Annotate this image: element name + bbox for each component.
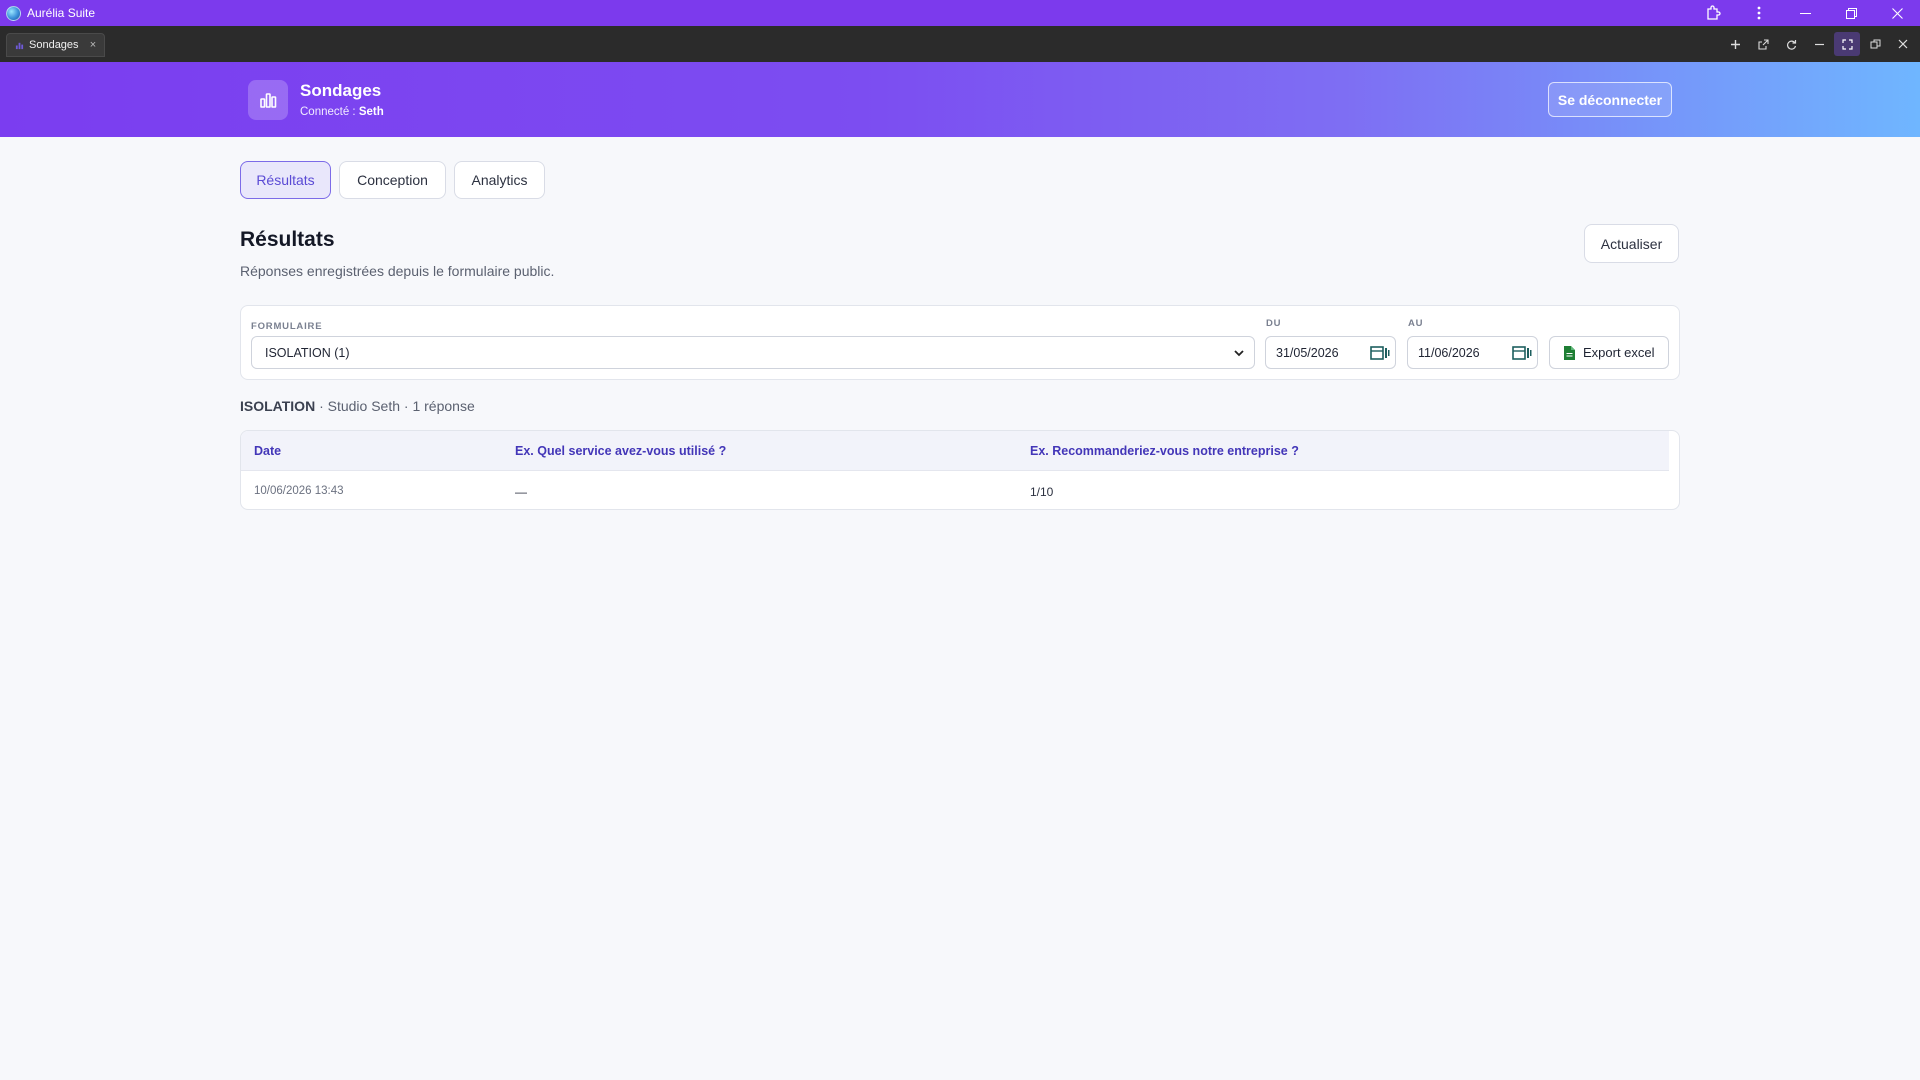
summary-form-name: ISOLATION — [240, 398, 316, 414]
form-label: FORMULAIRE — [251, 321, 323, 332]
chart-icon — [15, 42, 24, 49]
results-summary: ISOLATION · Studio Seth · 1 réponse — [240, 398, 475, 414]
date-from-label: DU — [1266, 318, 1282, 329]
restore-icon[interactable] — [1828, 0, 1874, 26]
column-header-recommend: Ex. Recommanderiez-vous notre entreprise… — [1030, 444, 1299, 458]
extensions-icon[interactable] — [1690, 0, 1736, 26]
tab-conception[interactable]: Conception — [339, 161, 446, 199]
table-row: 10/06/2026 13:43 — 1/10 — [241, 472, 1679, 509]
browser-tab-label: Sondages — [29, 39, 79, 51]
spreadsheet-icon — [1564, 345, 1575, 360]
new-tab-icon[interactable] — [1722, 32, 1748, 56]
browser-tab-sondages[interactable]: Sondages × — [6, 33, 105, 57]
date-to-label: AU — [1408, 318, 1424, 329]
tab-strip-actions — [1720, 32, 1916, 56]
refresh-button[interactable]: Actualiser — [1584, 224, 1679, 263]
date-to-input[interactable]: 11/06/2026 — [1407, 336, 1538, 369]
close-panel-icon[interactable] — [1890, 32, 1916, 56]
export-excel-label: Export excel — [1583, 345, 1655, 360]
calendar-icon[interactable] — [1512, 344, 1532, 362]
fullscreen-icon[interactable] — [1834, 32, 1860, 56]
results-table: Date Ex. Quel service avez-vous utilisé … — [240, 430, 1680, 510]
popout-icon[interactable] — [1862, 32, 1888, 56]
logout-button[interactable]: Se déconnecter — [1548, 82, 1672, 117]
open-external-icon[interactable] — [1750, 32, 1776, 56]
cell-service: — — [515, 485, 527, 499]
filters-panel: FORMULAIRE ISOLATION (1) DU 31/05/2026 A… — [240, 305, 1680, 380]
tab-resultats[interactable]: Résultats — [240, 161, 331, 199]
browser-tab-strip: Sondages × — [0, 26, 1920, 62]
more-options-icon[interactable] — [1736, 0, 1782, 26]
calendar-icon[interactable] — [1370, 344, 1390, 362]
tab-analytics[interactable]: Analytics — [454, 161, 545, 199]
window-controls — [1690, 0, 1920, 26]
reload-icon[interactable] — [1778, 32, 1804, 56]
table-header: Date Ex. Quel service avez-vous utilisé … — [241, 431, 1669, 471]
date-to-value: 11/06/2026 — [1418, 345, 1480, 360]
form-select[interactable]: ISOLATION (1) — [251, 336, 1255, 369]
cell-date: 10/06/2026 13:43 — [254, 485, 344, 497]
app-header: Sondages Connecté : Seth Se déconnecter — [0, 62, 1920, 137]
cell-recommend: 1/10 — [1030, 485, 1054, 499]
app-logo-icon — [6, 5, 21, 21]
close-tab-icon[interactable]: × — [85, 37, 101, 53]
app-title: Aurélia Suite — [27, 6, 96, 20]
summary-details: · Studio Seth · 1 réponse — [315, 398, 475, 414]
app-name: Sondages — [300, 81, 382, 100]
window-titlebar: Aurélia Suite — [0, 0, 1920, 26]
page-title: Résultats — [240, 228, 335, 251]
page-subtitle: Réponses enregistrées depuis le formulai… — [240, 263, 555, 279]
chevron-down-icon — [1234, 350, 1244, 357]
bar-chart-icon — [248, 80, 288, 120]
connected-prefix: Connecté : — [300, 106, 359, 118]
column-header-service: Ex. Quel service avez-vous utilisé ? — [515, 444, 727, 458]
minimize-icon[interactable] — [1782, 0, 1828, 26]
connected-user: Connecté : Seth — [300, 106, 384, 118]
close-window-icon[interactable] — [1874, 0, 1920, 26]
connected-username: Seth — [358, 106, 384, 118]
column-header-date: Date — [254, 444, 282, 458]
form-select-value: ISOLATION (1) — [265, 345, 350, 360]
date-from-input[interactable]: 31/05/2026 — [1265, 336, 1396, 369]
minimize-tab-icon[interactable] — [1806, 32, 1832, 56]
date-from-value: 31/05/2026 — [1276, 345, 1339, 360]
export-excel-button[interactable]: Export excel — [1549, 336, 1669, 369]
